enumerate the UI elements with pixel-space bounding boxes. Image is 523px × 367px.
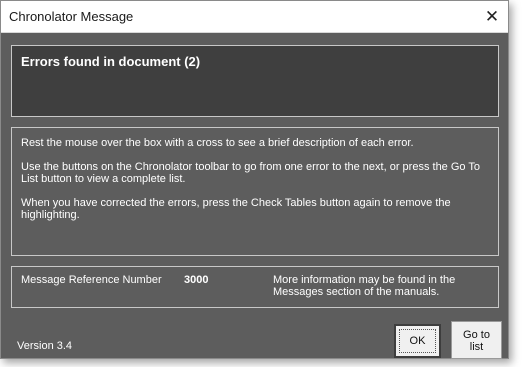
more-info-text: More information may be found in the Mes…	[273, 274, 456, 298]
version-label: Version 3.4	[17, 340, 73, 352]
reference-box: Message Reference Number 3000 More infor…	[11, 266, 499, 308]
instruction-paragraph: When you have corrected the errors, pres…	[21, 197, 451, 221]
message-dialog: Chronolator Message ✕ Errors found in do…	[0, 0, 509, 359]
close-icon: ✕	[484, 7, 500, 26]
window-title: Chronolator Message	[9, 9, 134, 24]
title-bar: Chronolator Message ✕	[1, 1, 508, 33]
instructions-box: Rest the mouse over the box with a cross…	[11, 127, 499, 256]
instruction-paragraph: Rest the mouse over the box with a cross…	[21, 137, 414, 149]
go-to-list-button[interactable]: Go to list	[451, 321, 502, 359]
error-summary-title: Errors found in document (2)	[21, 54, 201, 69]
reference-label: Message Reference Number	[21, 274, 162, 286]
ok-button-label: OK	[409, 335, 426, 347]
reference-number: 3000	[184, 274, 209, 286]
close-button[interactable]: ✕	[476, 1, 508, 32]
ok-button[interactable]: OK	[394, 324, 441, 358]
error-summary-box: Errors found in document (2)	[11, 45, 499, 117]
instruction-paragraph: Use the buttons on the Chronolator toolb…	[21, 161, 481, 185]
